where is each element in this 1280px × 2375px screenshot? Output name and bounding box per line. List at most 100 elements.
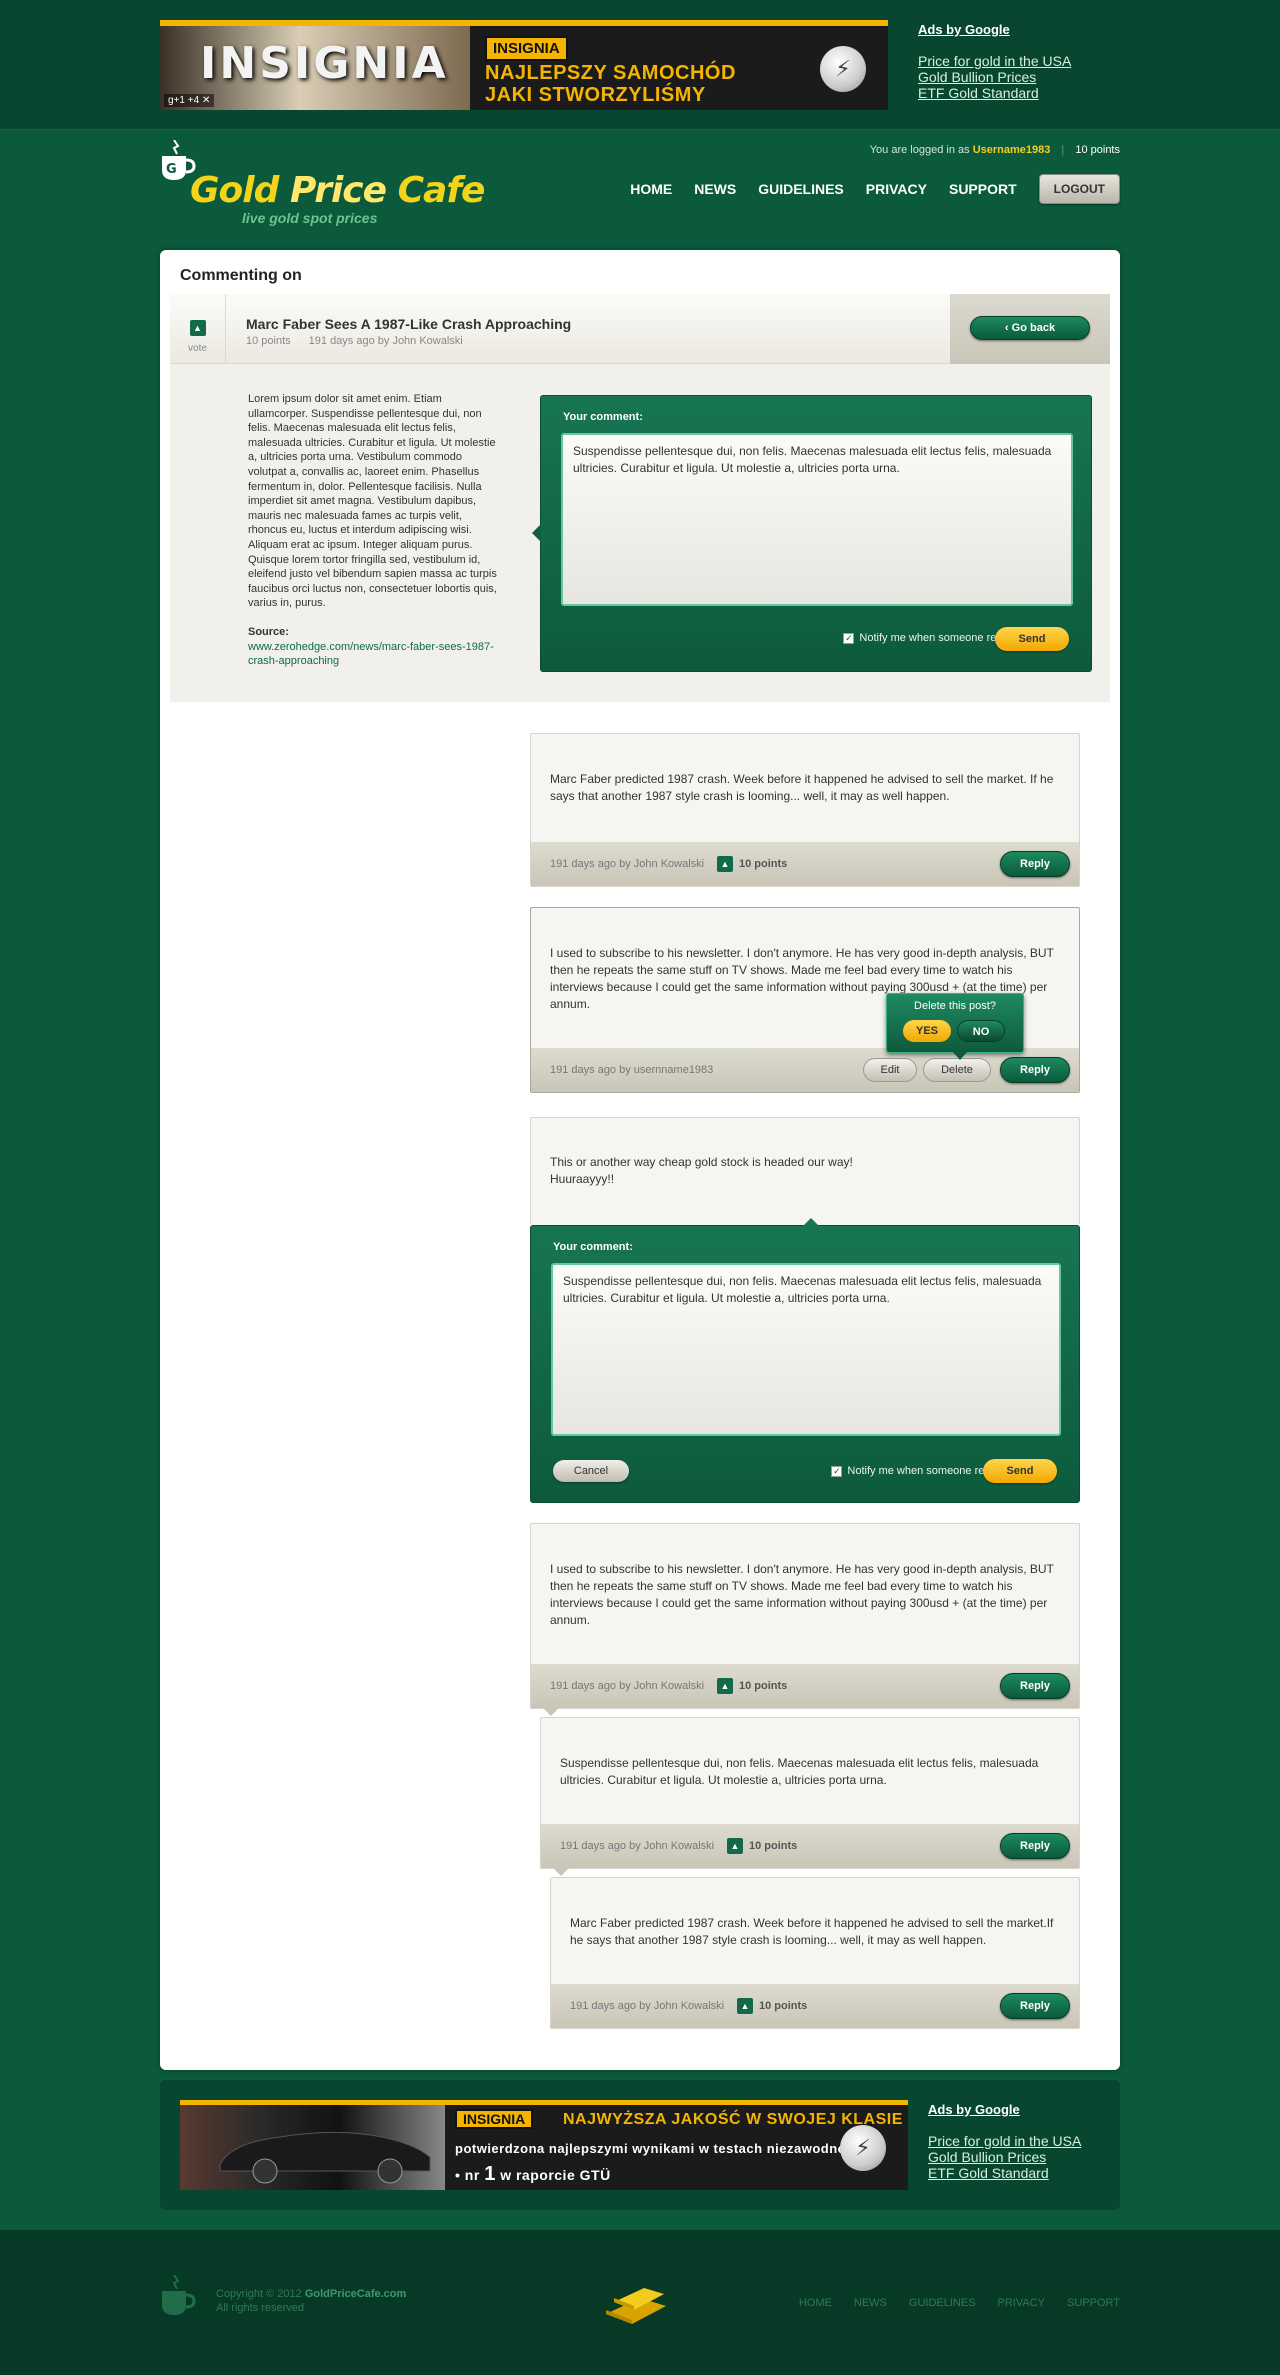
upvote-icon[interactable]: ▲ — [717, 856, 733, 872]
logout-button[interactable]: LOGOUT — [1038, 174, 1120, 204]
edit-button[interactable]: Edit — [863, 1058, 917, 1082]
confirm-no-button[interactable]: NO — [957, 1020, 1005, 1042]
comment-meta: 191 days ago by usernname1983 — [550, 1064, 714, 1076]
comment-meta: 191 days ago by John Kowalski — [550, 858, 705, 870]
comment-points: 10 points — [739, 858, 788, 870]
ad-link-etf[interactable]: ETF Gold Standard — [928, 2165, 1081, 2181]
gold-bars-icon — [606, 2288, 666, 2324]
comment-text: I used to subscribe to his newsletter. I… — [550, 1562, 1054, 1627]
vote-label: vote — [188, 343, 207, 354]
comment-text-line-2: Huuraayyy!! — [550, 1172, 615, 1186]
reply-button[interactable]: Reply — [1000, 1993, 1070, 2019]
comment-label: Your comment: — [553, 1241, 633, 1253]
comment-text: This or another way cheap gold stock is … — [550, 1154, 1059, 1188]
reply-button[interactable]: Reply — [1000, 1673, 1070, 1699]
user-points: 10 points — [1075, 144, 1120, 156]
google-plus-icon: g+1 — [168, 95, 185, 106]
nav-guidelines[interactable]: GUIDELINES — [758, 181, 844, 197]
article-box: ▲ vote Marc Faber Sees A 1987-Like Crash… — [170, 294, 1110, 702]
ad-link-etf[interactable]: ETF Gold Standard — [918, 85, 1071, 101]
nav-support[interactable]: SUPPORT — [949, 181, 1017, 197]
delete-confirm-question: Delete this post? — [914, 1000, 996, 1012]
upvote-icon[interactable]: ▲ — [727, 1838, 743, 1854]
nav-privacy[interactable]: PRIVACY — [866, 181, 927, 197]
ads-by-google-top: Ads by Google Price for gold in the USA … — [918, 22, 1071, 101]
go-back-button[interactable]: ‹ Go back — [970, 316, 1090, 340]
logo-word-price: Price — [289, 170, 387, 211]
ad-line-3-prefix: • nr — [455, 2167, 480, 2183]
footer-nav-guidelines[interactable]: GUIDELINES — [909, 2297, 976, 2309]
cancel-button[interactable]: Cancel — [553, 1460, 629, 1482]
bottom-ad-panel: INSIGNIA NAJWYŻSZA JAKOŚĆ W SWOJEJ KLASI… — [160, 2080, 1120, 2210]
ad-link-gold-usa[interactable]: Price for gold in the USA — [928, 2133, 1081, 2149]
ad-link-bullion[interactable]: Gold Bullion Prices — [918, 69, 1071, 85]
comment-2-own: I used to subscribe to his newsletter. I… — [530, 907, 1080, 1093]
ad-link-gold-usa[interactable]: Price for gold in the USA — [918, 53, 1071, 69]
bottom-ad-banner[interactable]: INSIGNIA NAJWYŻSZA JAKOŚĆ W SWOJEJ KLASI… — [180, 2100, 908, 2190]
ad-line-3-mid: w raporcie — [500, 2167, 576, 2183]
separator: | — [1061, 144, 1065, 156]
ad-brand: INSIGNIA — [455, 2109, 534, 2129]
delete-button[interactable]: Delete — [923, 1058, 991, 1082]
ad-close-icon[interactable]: ✕ — [202, 95, 210, 106]
article-text: Lorem ipsum dolor sit amet enim. Etiam u… — [248, 393, 497, 610]
checkbox-checked-icon[interactable]: ✓ — [831, 1465, 843, 1477]
confirm-yes-button[interactable]: YES — [903, 1020, 951, 1042]
nav-home[interactable]: HOME — [630, 181, 672, 197]
comment-points: 10 points — [739, 1680, 788, 1692]
copyright-prefix: Copyright © 2012 — [216, 2288, 302, 2300]
footer-nav-support[interactable]: SUPPORT — [1067, 2297, 1120, 2309]
comment-footer: 191 days ago by John Kowalski ▲ 10 point… — [531, 842, 1079, 886]
ads-by-google-bottom: Ads by Google Price for gold in the USA … — [928, 2102, 1081, 2181]
ads-by-google-title[interactable]: Ads by Google — [918, 22, 1071, 37]
go-back-label: Go back — [1011, 322, 1056, 334]
footer: Copyright © 2012 GoldPriceCafe.com All r… — [0, 2230, 1280, 2375]
username[interactable]: Username1983 — [973, 144, 1051, 156]
ad-line-3-number: 1 — [484, 2163, 496, 2185]
comment-form: Your comment: Suspendisse pellentesque d… — [532, 395, 1092, 672]
top-ad-banner[interactable]: INSIGNIA g+1 +4 ✕ INSIGNIA NAJLEPSZY SAM… — [160, 20, 888, 110]
ad-brand: INSIGNIA — [485, 36, 568, 61]
copyright-rights: All rights reserved — [216, 2302, 305, 2314]
nav-news[interactable]: NEWS — [694, 181, 736, 197]
notify-checkbox[interactable]: ✓ Notify me when someone replies — [843, 632, 1019, 644]
article-body: Lorem ipsum dolor sit amet enim. Etiam u… — [248, 392, 498, 669]
footer-nav-home[interactable]: HOME — [799, 2297, 832, 2309]
comment-footer: 191 days ago by John Kowalski ▲ 10 point… — [531, 1664, 1079, 1708]
send-button[interactable]: Send — [995, 627, 1069, 651]
reply-textarea[interactable]: Suspendisse pellentesque dui, non felis.… — [551, 1263, 1061, 1436]
ad-car-photo: INSIGNIA g+1 +4 ✕ — [160, 26, 470, 110]
upvote-icon[interactable]: ▲ — [737, 1998, 753, 2014]
comment-footer: 191 days ago by usernname1983 Edit Delet… — [531, 1048, 1079, 1092]
popup-pointer — [953, 1052, 967, 1060]
article-meta: 10 points 191 days ago by John Kowalski — [246, 335, 463, 347]
copyright-site[interactable]: GoldPriceCafe.com — [305, 2288, 406, 2300]
comment-text: Marc Faber predicted 1987 crash. Week be… — [550, 772, 1054, 803]
ad-text-area: INSIGNIA NAJLEPSZY SAMOCHÓD JAKI STWORZY… — [470, 26, 888, 110]
article-title[interactable]: Marc Faber Sees A 1987-Like Crash Approa… — [246, 316, 571, 332]
comment-footer: 191 days ago by John Kowalski ▲ 10 point… — [541, 1824, 1079, 1868]
reply-thread-pointer — [543, 1708, 559, 1716]
send-button[interactable]: Send — [983, 1459, 1057, 1483]
comment-4: I used to subscribe to his newsletter. I… — [530, 1523, 1080, 1716]
comment-textarea[interactable]: Suspendisse pellentesque dui, non felis.… — [561, 433, 1073, 606]
upvote-icon[interactable]: ▲ — [717, 1678, 733, 1694]
ads-by-google-title[interactable]: Ads by Google — [928, 2102, 1081, 2117]
reply-button[interactable]: Reply — [1000, 1057, 1070, 1083]
upvote-icon[interactable]: ▲ — [189, 320, 206, 336]
comment-1: Marc Faber predicted 1987 crash. Week be… — [530, 733, 1080, 887]
reply-button[interactable]: Reply — [1000, 851, 1070, 877]
ad-link-bullion[interactable]: Gold Bullion Prices — [928, 2149, 1081, 2165]
login-status: You are logged in as Username1983 | 10 p… — [870, 144, 1120, 156]
footer-nav-news[interactable]: NEWS — [854, 2297, 887, 2309]
checkbox-checked-icon[interactable]: ✓ — [843, 632, 855, 644]
notify-checkbox[interactable]: ✓ Notify me when someone replies — [831, 1465, 1007, 1477]
comment-meta: 191 days ago by John Kowalski — [570, 2000, 725, 2012]
footer-nav-privacy[interactable]: PRIVACY — [998, 2297, 1045, 2309]
form-pointer — [532, 524, 541, 542]
source-link[interactable]: www.zerohedge.com/news/marc-faber-sees-1… — [248, 640, 498, 669]
go-back-area: ‹ Go back — [950, 294, 1110, 364]
reply-button[interactable]: Reply — [1000, 1833, 1070, 1859]
ad-share-badge[interactable]: g+1 +4 ✕ — [164, 94, 215, 107]
footer-logo-icon[interactable] — [160, 2275, 196, 2319]
